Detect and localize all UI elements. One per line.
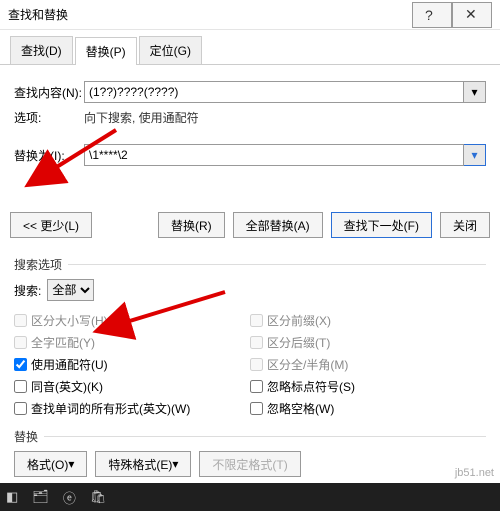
search-options-group: 搜索选项 [14,256,486,273]
tab-strip: 查找(D) 替换(P) 定位(G) [0,30,500,65]
close-window-button[interactable]: ✕ [452,2,492,28]
chevron-down-icon: ▾ [471,85,477,99]
special-format-button[interactable]: 特殊格式(E) ▾ [95,451,191,477]
tab-replace[interactable]: 替换(P) [75,37,137,65]
ignore-space-checkbox[interactable] [250,402,263,415]
watermark: jb51.net [455,467,494,479]
replace-all-button[interactable]: 全部替换(A) [233,212,323,238]
tab-goto[interactable]: 定位(G) [139,36,202,64]
word-forms-checkbox[interactable] [14,402,27,415]
options-label: 选项: [14,109,84,126]
find-history-dropdown[interactable]: ▾ [464,81,486,103]
match-width-checkbox [250,358,263,371]
whole-word-checkbox [14,336,27,349]
match-suffix-checkbox [250,336,263,349]
button-row: << 更少(L) 替换(R) 全部替换(A) 查找下一处(F) 关闭 [0,182,500,250]
find-next-button[interactable]: 查找下一处(F) [331,212,432,238]
no-format-button: 不限定格式(T) [199,451,300,477]
file-explorer-icon[interactable]: 🗂 [32,489,49,505]
edge-icon[interactable]: ⓔ [63,488,76,507]
search-scope-label: 搜索: [14,282,41,299]
window-title: 查找和替换 [8,6,412,23]
chevron-down-icon: ▾ [471,148,477,162]
taskbar: ◧ 🗂 ⓔ 🛍 [0,483,500,511]
use-wildcards-checkbox[interactable] [14,358,27,371]
title-bar: 查找和替换 ? ✕ [0,0,500,30]
tab-find[interactable]: 查找(D) [10,36,73,64]
format-button[interactable]: 格式(O) ▾ [14,451,87,477]
find-label: 查找内容(N): [14,84,84,101]
match-prefix-checkbox [250,314,263,327]
chevron-down-icon: ▾ [172,457,178,471]
find-input[interactable] [84,81,464,103]
help-button[interactable]: ? [412,2,452,28]
store-icon[interactable]: 🛍 [90,489,107,505]
less-button[interactable]: << 更少(L) [10,212,92,238]
ignore-punct-checkbox[interactable] [250,380,263,393]
search-options-label: 搜索选项 [14,256,62,273]
replace-group-label: 替换 [14,428,38,445]
replace-button[interactable]: 替换(R) [158,212,225,238]
chevron-down-icon: ▾ [68,457,74,471]
task-view-icon[interactable]: ◧ [6,489,18,505]
replace-label: 替换为(I): [14,147,84,164]
match-case-checkbox [14,314,27,327]
sounds-like-checkbox[interactable] [14,380,27,393]
dialog-body: 查找内容(N): ▾ 选项: 向下搜索, 使用通配符 替换为(I): ▾ [0,65,500,182]
replace-history-dropdown[interactable]: ▾ [464,144,486,166]
options-text: 向下搜索, 使用通配符 [84,109,199,126]
close-button[interactable]: 关闭 [440,212,490,238]
replace-input[interactable] [84,144,464,166]
replace-group: 替换 [14,428,486,445]
search-scope-select[interactable]: 全部 [47,279,94,301]
